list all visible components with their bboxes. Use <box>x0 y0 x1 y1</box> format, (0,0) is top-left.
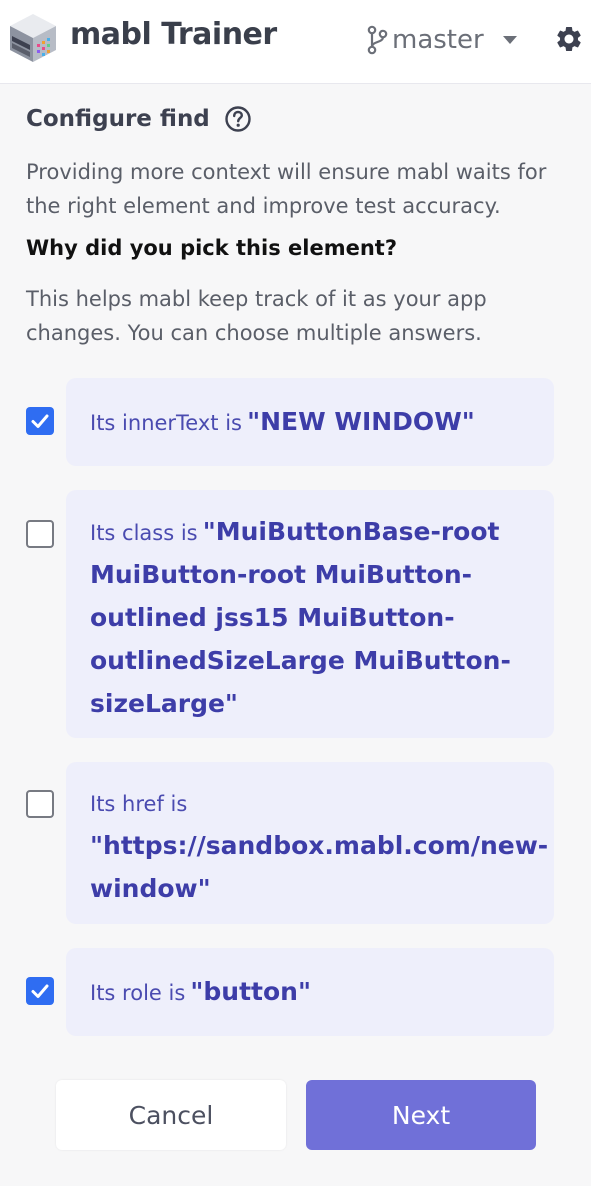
option-value: "MuiButtonBase-root MuiButton-root MuiBu… <box>90 517 511 718</box>
app-header: mabl Trainer master <box>0 0 591 84</box>
configure-find-title: Configure find <box>26 106 210 132</box>
branch-name: master <box>392 25 484 55</box>
gear-icon[interactable] <box>554 24 584 54</box>
option-card-class[interactable]: Its class is "MuiButtonBase-root MuiButt… <box>66 490 554 738</box>
option-card-innertext[interactable]: Its innerText is "NEW WINDOW" <box>66 378 554 466</box>
option-prefix: Its href is <box>90 792 188 816</box>
section-title: Configure find <box>26 105 252 133</box>
checkmark-icon <box>31 414 49 428</box>
option-prefix: Its role is <box>90 981 186 1005</box>
option-checkbox-innertext[interactable] <box>26 407 54 435</box>
checkmark-icon <box>31 984 49 998</box>
option-prefix: Its innerText is <box>90 411 242 435</box>
cancel-button[interactable]: Cancel <box>56 1080 286 1150</box>
branch-selector[interactable]: master <box>366 20 518 60</box>
question-heading: Why did you pick this element? <box>26 236 397 260</box>
mabl-logo-icon <box>10 14 56 62</box>
chevron-down-icon <box>502 36 517 44</box>
hint-text: This helps mabl keep track of it as your… <box>26 287 487 345</box>
option-prefix: Its class is <box>90 521 198 545</box>
option-checkbox-class[interactable] <box>26 520 54 548</box>
next-button[interactable]: Next <box>306 1080 536 1150</box>
option-checkbox-href[interactable] <box>26 790 54 818</box>
option-card-href[interactable]: Its href is "https://sandbox.mabl.com/ne… <box>66 762 554 924</box>
app-title: mabl Trainer <box>70 17 277 52</box>
option-value: "NEW WINDOW" <box>247 407 475 436</box>
option-card-role[interactable]: Its role is "button" <box>66 948 554 1036</box>
help-icon[interactable] <box>224 105 252 133</box>
git-branch-icon <box>367 25 388 55</box>
option-checkbox-role[interactable] <box>26 977 54 1005</box>
option-value: "button" <box>190 977 311 1006</box>
option-value: "https://sandbox.mabl.com/new-window" <box>90 831 549 903</box>
intro-text: Providing more context will ensure mabl … <box>26 160 547 218</box>
